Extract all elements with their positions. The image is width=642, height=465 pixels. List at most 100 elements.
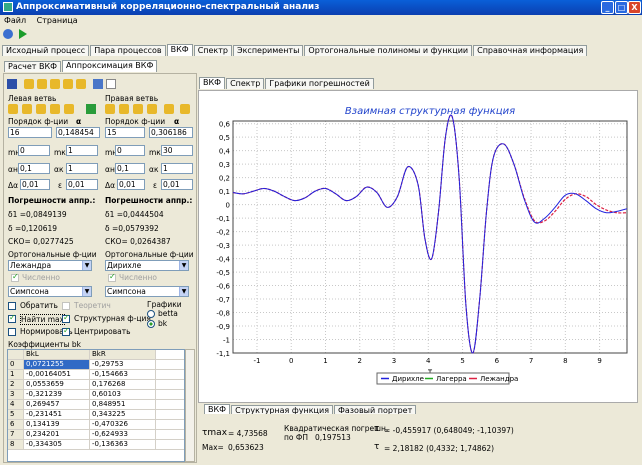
left-order-input[interactable]: 16 (8, 127, 52, 138)
run-icon[interactable] (18, 29, 28, 39)
left-an-input[interactable]: 0,1 (18, 163, 50, 174)
left-branch-tool-icon[interactable] (8, 104, 18, 114)
tab-spectrum[interactable]: Спектр (193, 45, 232, 56)
copy-right-icon[interactable] (86, 104, 96, 114)
x-tick-label: 1 (323, 357, 327, 365)
chart-area[interactable]: Взаимная структурная функция 0,6 0,5 0,4 0,3… (198, 90, 638, 403)
left-mk-input[interactable]: 1 (66, 145, 98, 156)
minimize-button[interactable]: _ (601, 1, 614, 14)
tab-experiments[interactable]: Эксперименты (233, 45, 304, 56)
coeffs-table[interactable]: BkL BkR 0 0,0721255 -0,29753 1 -0,00164051 -0… (7, 349, 185, 462)
table-cell: 0,0721255 (24, 360, 90, 369)
menu-file[interactable]: Файл (0, 15, 30, 27)
left-alpha-input[interactable]: 0,148454 (56, 127, 100, 138)
table-row[interactable]: 7 0,234201 -0,624933 (8, 430, 184, 440)
right-branch-tool-icon[interactable] (180, 104, 190, 114)
left-branch-tool-icon[interactable] (64, 104, 74, 114)
info-icon[interactable] (3, 29, 13, 39)
tool-icon[interactable] (37, 79, 47, 89)
tab-process-pair[interactable]: Пара процессов (90, 45, 166, 56)
right-da-input[interactable]: 0,01 (117, 179, 145, 190)
right-method-select[interactable]: Симпсона ▼ (105, 286, 189, 297)
table-row[interactable]: 6 0,134139 -0,470326 (8, 420, 184, 430)
header-cell: BkL (24, 350, 90, 359)
right-branch-tool-icon[interactable] (119, 104, 129, 114)
new-page-icon[interactable] (106, 79, 116, 89)
right-an-input[interactable]: 0,1 (115, 163, 145, 174)
betta-radio[interactable] (147, 310, 155, 318)
left-da-input[interactable]: 0,01 (20, 179, 50, 190)
theor-checkbox[interactable] (62, 302, 70, 310)
left-branch-tool-icon[interactable] (50, 104, 60, 114)
findmax-checkbox[interactable] (8, 313, 16, 323)
save-icon[interactable] (7, 79, 17, 89)
right-order-input[interactable]: 15 (105, 127, 145, 138)
y-tick-label: -0,9 (216, 323, 230, 331)
right-numeric-checkbox[interactable] (108, 272, 116, 282)
right-alpha-input[interactable]: 0,306186 (149, 127, 193, 138)
tool-icon[interactable] (50, 79, 60, 89)
maximize-button[interactable]: □ (615, 1, 628, 14)
left-orth-select[interactable]: Лежандра ▼ (8, 260, 92, 271)
invert-checkbox[interactable] (8, 302, 16, 310)
bk-radio[interactable] (147, 320, 155, 328)
right-mk-input[interactable]: 30 (161, 145, 193, 156)
left-numeric-checkbox[interactable] (11, 272, 19, 282)
table-row[interactable]: 3 -0,321239 0,60103 (8, 390, 184, 400)
tab-source-process[interactable]: Исходный процесс (2, 45, 90, 56)
right-orth-value: Дирихле (107, 261, 142, 270)
tab-vkf[interactable]: ВКФ (166, 44, 193, 56)
normalize-checkbox[interactable] (8, 328, 16, 336)
left-delta: δ =0,120619 (8, 224, 58, 233)
legend-label: Дирихле (392, 375, 424, 383)
table-row[interactable]: 4 0,269457 0,848951 (8, 400, 184, 410)
right-mn-input[interactable]: 0 (115, 145, 145, 156)
x-tick-label: 7 (529, 357, 533, 365)
right-ak-input[interactable]: 1 (161, 163, 193, 174)
tab-approx-vkf[interactable]: Аппроксимация ВКФ (62, 60, 158, 72)
tab-calc-vkf[interactable]: Расчет ВКФ (4, 61, 62, 72)
right-branch-tool-icon[interactable] (105, 104, 115, 114)
left-ak-input[interactable]: 1 (66, 163, 98, 174)
left-branch-tool-icon[interactable] (36, 104, 46, 114)
y-tick-label: 0,1 (219, 188, 230, 196)
coeffs-scrollbar[interactable] (185, 349, 195, 462)
tab-chart-vkf[interactable]: ВКФ (199, 77, 226, 89)
sub-tabs: Расчет ВКФ Аппроксимация ВКФ (4, 60, 158, 72)
list-icon[interactable] (93, 79, 103, 89)
left-branch-tool-icon[interactable] (22, 104, 32, 114)
menu-page[interactable]: Страница (33, 15, 82, 27)
tab-reference[interactable]: Справочная информация (473, 45, 588, 56)
left-eps-input[interactable]: 0,01 (66, 179, 98, 190)
left-mn-input[interactable]: 0 (18, 145, 50, 156)
right-orth-select[interactable]: Дирихле ▼ (105, 260, 189, 271)
tool-icon[interactable] (24, 79, 34, 89)
tab-chart-errors[interactable]: Графики погрешностей (265, 78, 374, 89)
y-tick-label: -0,7 (216, 296, 230, 304)
tau1-symbol: τ (374, 424, 380, 434)
table-row[interactable]: 0 0,0721255 -0,29753 (8, 360, 184, 370)
center-checkbox[interactable] (62, 326, 70, 336)
table-row[interactable]: 8 -0,334305 -0,136363 (8, 440, 184, 450)
sq-error-label: Квадратическая погрешн. (284, 424, 389, 433)
right-eps-input[interactable]: 0,01 (161, 179, 193, 190)
left-method-value: Симпсона (10, 287, 49, 296)
tab-chart-spectrum[interactable]: Спектр (226, 78, 265, 89)
right-branch-tool-icon[interactable] (147, 104, 157, 114)
close-button[interactable]: X (628, 1, 641, 14)
struct-checkbox[interactable] (62, 313, 70, 323)
right-branch-tool-icon[interactable] (164, 104, 174, 114)
table-row[interactable]: 1 -0,00164051 -0,154663 (8, 370, 184, 380)
right-delta1: δ1 =0,0444504 (105, 210, 164, 219)
legend-label: Лежандра (480, 375, 518, 383)
title-bar: Аппроксимативный корреляционно-спектраль… (0, 0, 642, 15)
table-row[interactable]: 5 -0,231451 0,343225 (8, 410, 184, 420)
tool-icon[interactable] (63, 79, 73, 89)
table-row[interactable]: 2 0,0553659 0,176268 (8, 380, 184, 390)
max-label: Max= (202, 443, 224, 452)
tool-icon[interactable] (76, 79, 86, 89)
table-cell: 6 (8, 420, 24, 429)
right-branch-tool-icon[interactable] (133, 104, 143, 114)
left-method-select[interactable]: Симпсона ▼ (8, 286, 92, 297)
tab-orthogonal[interactable]: Ортогональные полиномы и функции (304, 45, 473, 56)
